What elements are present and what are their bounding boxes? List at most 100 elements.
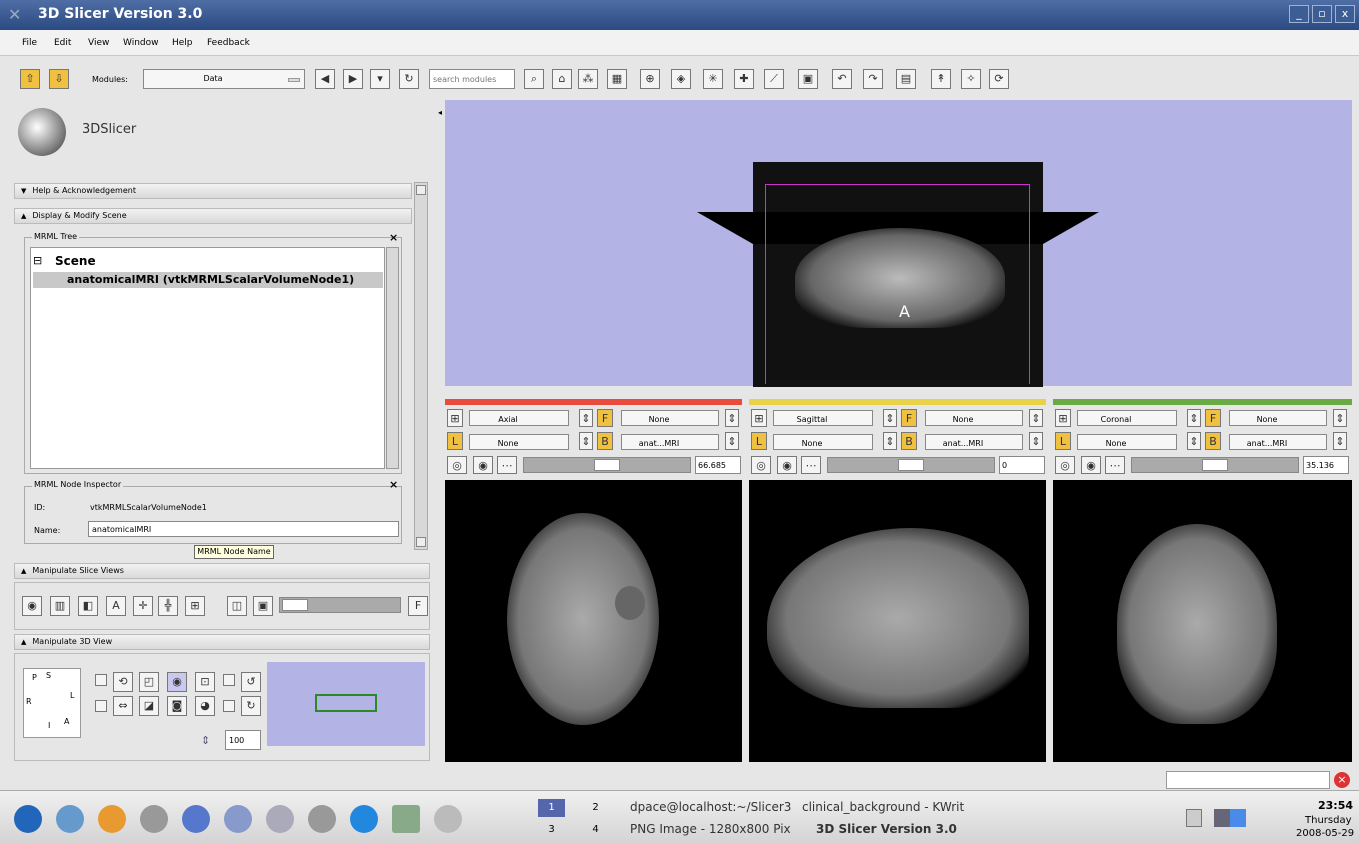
axis-i[interactable]: I — [48, 721, 50, 730]
rock-checkbox[interactable] — [95, 700, 107, 712]
label-select[interactable]: None — [1078, 439, 1154, 448]
slice-offset-slider[interactable] — [827, 457, 995, 473]
menu-window[interactable]: Window — [123, 38, 159, 48]
view-3d[interactable]: A — [445, 100, 1352, 387]
tree-node-anatomicalmri[interactable]: anatomicalMRI (vtkMRMLScalarVolumeNode1) — [67, 273, 354, 286]
tree-expander-icon[interactable]: ⊟ — [33, 254, 42, 267]
scroll-down-icon[interactable] — [416, 537, 426, 547]
link-icon[interactable]: ◎ — [1055, 456, 1075, 474]
previous-module-icon[interactable]: ◀ — [315, 69, 335, 89]
network-status-icon[interactable] — [1214, 809, 1246, 827]
foreground-select[interactable]: None — [1230, 415, 1304, 424]
fg-layer-icon[interactable]: ◫ — [227, 596, 247, 616]
background-select[interactable]: anat...MRI — [622, 439, 696, 448]
skype-icon[interactable] — [350, 805, 378, 833]
orientation-select[interactable]: Coronal — [1078, 415, 1154, 424]
coronal-view-header[interactable] — [1053, 399, 1352, 405]
eye-icon[interactable]: ◉ — [22, 596, 42, 616]
volumes-icon[interactable]: ▦ — [607, 69, 627, 89]
mrml-tree-view[interactable]: ⊟ Scene anatomicalMRI (vtkMRMLScalarVolu… — [30, 247, 385, 469]
background-select[interactable]: anat...MRI — [1230, 439, 1304, 448]
rotate-view-icon[interactable]: ⟳ — [989, 69, 1009, 89]
color-icon[interactable]: ▣ — [798, 69, 818, 89]
place-fiducial-icon[interactable]: ↟ — [931, 69, 951, 89]
spin-checkbox[interactable] — [95, 674, 107, 686]
editor-app-icon[interactable] — [182, 805, 210, 833]
roll-checkbox[interactable] — [223, 700, 235, 712]
maximize-button[interactable]: ▫ — [1312, 5, 1332, 23]
task-slicer[interactable]: 3D Slicer Version 3.0 — [816, 822, 957, 836]
module-history-icon[interactable]: ▾ — [370, 69, 390, 89]
more-icon[interactable]: ⋯ — [801, 456, 821, 474]
spin-arrows-icon[interactable]: ⇕ — [1187, 432, 1201, 450]
task-terminal[interactable]: dpace@localhost:~/Slicer3 — [630, 800, 796, 814]
undo-icon[interactable]: ↶ — [832, 69, 852, 89]
slice-menu-icon[interactable]: ⊞ — [447, 409, 463, 427]
slider-handle[interactable] — [1202, 459, 1228, 471]
network-icon[interactable] — [434, 805, 462, 833]
label-layer-icon[interactable]: L — [751, 432, 767, 450]
slice-offset-slider[interactable] — [523, 457, 691, 473]
bg-icon[interactable]: B — [1205, 432, 1221, 450]
clipboard-icon[interactable] — [1186, 809, 1202, 827]
axis-rose-icon[interactable]: P S R L I A — [23, 668, 81, 738]
mini-3d-view[interactable] — [267, 662, 425, 746]
rock-icon[interactable]: ⇔ — [113, 696, 133, 716]
crosshair-icon[interactable]: ◧ — [78, 596, 98, 616]
coronal-slice-view[interactable] — [1053, 480, 1352, 762]
spin-arrows-icon[interactable]: ⇕ — [1333, 409, 1347, 427]
close-icon[interactable]: × — [389, 231, 398, 244]
editor-icon[interactable]: ◈ — [671, 69, 691, 89]
sagittal-slice-view[interactable] — [749, 480, 1046, 762]
label-select[interactable]: None — [774, 439, 850, 448]
spin-arrows-icon[interactable]: ⇕ — [1029, 409, 1043, 427]
slider-handle[interactable] — [898, 459, 924, 471]
menu-help[interactable]: Help — [172, 38, 193, 48]
spin-arrows-icon[interactable]: ⇕ — [1187, 409, 1201, 427]
search-icon[interactable]: ⌕ — [524, 69, 544, 89]
visibility-icon[interactable]: ◕ — [195, 696, 215, 716]
home-folder-icon[interactable] — [392, 805, 420, 833]
fg-icon[interactable]: F — [597, 409, 613, 427]
panel-arrow-icon[interactable]: ◂ — [438, 108, 442, 117]
spin-arrows-icon[interactable]: ⇕ — [1029, 432, 1043, 450]
sagittal-view-header[interactable] — [749, 399, 1046, 405]
desktop-4[interactable]: 4 — [582, 821, 609, 839]
module-select[interactable]: Data — [143, 69, 305, 89]
spin-arrows-icon[interactable]: ⇕ — [579, 409, 593, 427]
browser-icon[interactable] — [56, 805, 84, 833]
eye-icon[interactable]: ◉ — [1081, 456, 1101, 474]
close-icon[interactable]: × — [389, 478, 398, 491]
refresh-module-icon[interactable]: ↻ — [399, 69, 419, 89]
pitch-icon[interactable]: ↺ — [241, 672, 261, 692]
spin-icon[interactable]: ⟲ — [113, 672, 133, 692]
help-section-header[interactable]: ▼ Help & Acknowledgement — [14, 183, 412, 199]
task-png-image[interactable]: PNG Image - 1280x800 Pix — [630, 822, 796, 836]
splitter[interactable] — [445, 387, 1352, 392]
spin-arrows-icon[interactable]: ⇕ — [579, 432, 593, 450]
pick-fiducial-icon[interactable]: ✧ — [961, 69, 981, 89]
axial-view-header[interactable] — [445, 399, 742, 405]
layout-icon[interactable]: ▤ — [896, 69, 916, 89]
slice-offset-value[interactable]: 0 — [999, 456, 1045, 474]
redo-icon[interactable]: ↷ — [863, 69, 883, 89]
spin-arrows-icon[interactable]: ⇕ — [725, 409, 739, 427]
graduation-icon[interactable] — [224, 805, 252, 833]
save-scene-icon[interactable]: ⇩ — [49, 69, 69, 89]
fg-icon[interactable]: F — [901, 409, 917, 427]
label-layer-icon[interactable]: L — [447, 432, 463, 450]
stereo-icon[interactable]: ◉ — [167, 672, 187, 692]
next-module-icon[interactable]: ▶ — [343, 69, 363, 89]
spin-arrows-icon[interactable]: ⇕ — [883, 432, 897, 450]
spin-arrows-icon[interactable]: ⇕ — [725, 432, 739, 450]
center-icon[interactable]: ⊡ — [195, 672, 215, 692]
tree-selected-row[interactable]: anatomicalMRI (vtkMRMLScalarVolumeNode1) — [33, 272, 383, 288]
cross-icon[interactable]: ✛ — [133, 596, 153, 616]
roll-icon[interactable]: ↻ — [241, 696, 261, 716]
slice-menu-icon[interactable]: ⊞ — [751, 409, 767, 427]
display-section-header[interactable]: ▲ Display & Modify Scene — [14, 208, 412, 224]
label-icon[interactable]: A — [106, 596, 126, 616]
more-icon[interactable]: ⋯ — [497, 456, 517, 474]
axial-slice-view[interactable] — [445, 480, 742, 762]
title-bar[interactable]: ✕ 3D Slicer Version 3.0 _ ▫ x — [0, 0, 1359, 30]
